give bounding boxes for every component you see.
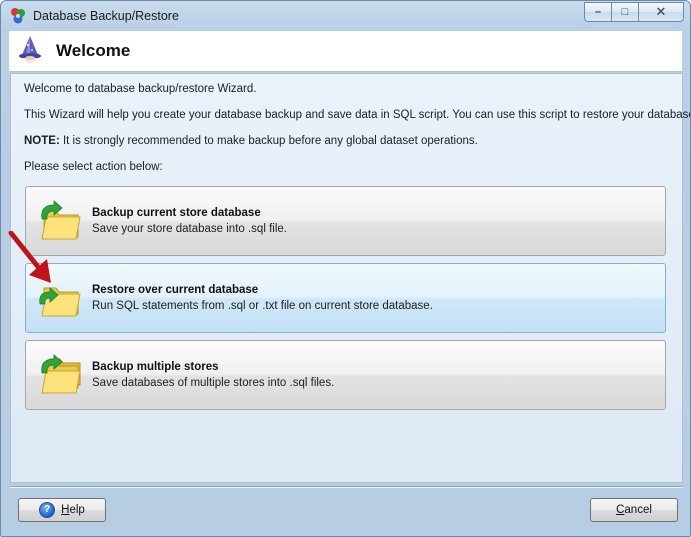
help-label: Help: [61, 504, 85, 516]
wizard-header: Welcome: [9, 31, 682, 72]
minimize-button[interactable]: –: [584, 2, 611, 22]
description-text: This Wizard will help you create your da…: [24, 109, 691, 121]
folders-multiple-icon: [41, 354, 81, 394]
minimize-icon: –: [594, 6, 602, 18]
page-title: Welcome: [56, 41, 131, 60]
option-description: Run SQL statements from .sql or .txt fil…: [92, 300, 433, 312]
window-controls: – □ ✕: [584, 2, 684, 22]
footer-divider-highlight: [10, 487, 683, 488]
maximize-icon: □: [621, 6, 629, 18]
option-title: Backup multiple stores: [92, 361, 219, 373]
note-text: NOTE: It is strongly recommended to make…: [24, 135, 478, 147]
red-arrow-icon: [8, 231, 51, 283]
option-description: Save your store database into .sql file.: [92, 223, 287, 235]
wizard-hat-icon: [19, 36, 41, 64]
content-panel: Welcome to database backup/restore Wizar…: [10, 73, 690, 483]
option-description: Save databases of multiple stores into .…: [92, 377, 335, 389]
close-icon: ✕: [655, 4, 667, 19]
intro-text: Welcome to database backup/restore Wizar…: [24, 83, 257, 95]
wizard-window: Database Backup/Restore – □ ✕ Welcome We…: [0, 0, 691, 537]
note-body: It is strongly recommended to make backu…: [59, 135, 478, 147]
cancel-button[interactable]: Cancel: [590, 498, 678, 522]
help-icon: ?: [39, 502, 56, 518]
backup-current-option[interactable]: Backup current store database Save your …: [25, 186, 666, 256]
restore-current-option[interactable]: Restore over current database Run SQL st…: [25, 263, 666, 333]
option-title: Backup current store database: [92, 207, 261, 219]
app-icon: [11, 8, 25, 24]
backup-multiple-option[interactable]: Backup multiple stores Save databases of…: [25, 340, 666, 410]
cancel-label: Cancel: [616, 504, 652, 516]
note-label: NOTE:: [24, 135, 60, 147]
window-title: Database Backup/Restore: [33, 9, 179, 23]
option-title: Restore over current database: [92, 284, 259, 296]
close-button[interactable]: ✕: [638, 2, 684, 22]
instruction-text: Please select action below:: [24, 161, 163, 173]
help-button[interactable]: ? Help: [18, 498, 106, 522]
title-bar[interactable]: Database Backup/Restore – □ ✕: [1, 1, 690, 31]
maximize-button[interactable]: □: [611, 2, 638, 22]
